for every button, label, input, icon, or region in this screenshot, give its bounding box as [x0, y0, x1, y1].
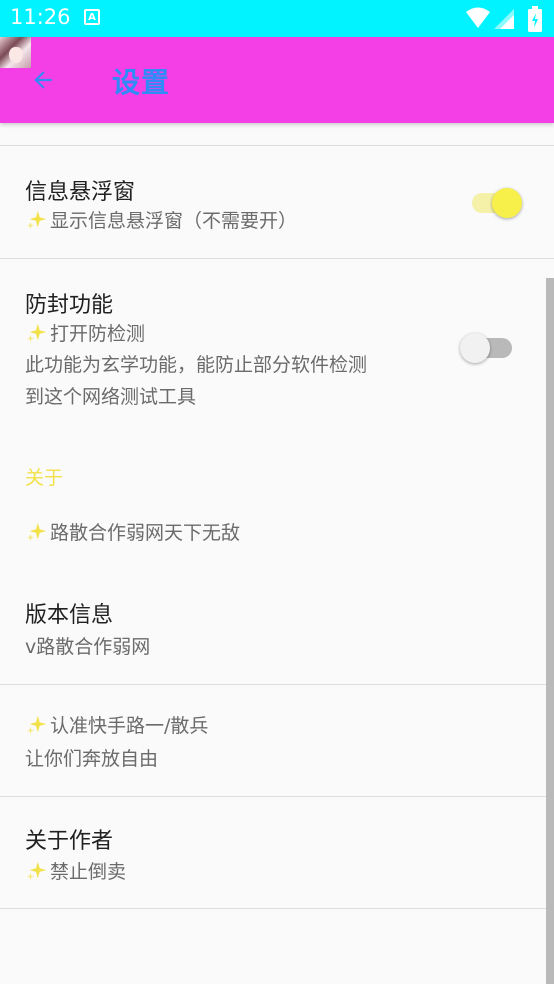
arrow-back-icon [34, 71, 52, 89]
setting-subtitle-text: 显示信息悬浮窗（不需要开） [50, 210, 298, 232]
notice-line2-text: 让你们奔放自由 [25, 748, 159, 770]
tagline-row: 路散合作弱网天下无敌 [25, 518, 240, 545]
version-value: v路散合作弱网 [25, 636, 151, 658]
switch-thumb [460, 333, 490, 363]
status-bar: 11:26 A [0, 0, 554, 37]
switch-thumb [492, 188, 522, 218]
notice-line1-text: 认准快手路一/散兵 [50, 715, 209, 737]
version-info-item[interactable]: 版本信息 v路散合作弱网 [0, 575, 554, 685]
status-time: 11:26 [10, 5, 71, 29]
about-author-item[interactable]: 关于作者 禁止倒卖 [0, 797, 554, 909]
sparkles-icon [26, 210, 47, 229]
sparkles-icon [26, 323, 47, 342]
author-subtitle-text: 禁止倒卖 [50, 861, 127, 883]
anti-block-switch[interactable] [458, 331, 518, 365]
setting-subtitle-text: 打开防检测 [50, 323, 146, 345]
divider [0, 908, 554, 909]
setting-description: 此功能为玄学功能，能防止部分软件检测 到这个网络测试工具 [25, 349, 425, 413]
setting-title: 防封功能 [25, 293, 114, 318]
notice-line: 认准快手路一/散兵 [25, 711, 208, 738]
description-line: 到这个网络测试工具 [25, 386, 197, 408]
author-subtitle: 禁止倒卖 [25, 857, 126, 884]
battery-icon [528, 6, 542, 32]
setting-anti-block[interactable]: 防封功能 打开防检测 此功能为玄学功能，能防止部分软件检测 到这个网络测试工具 [0, 259, 554, 429]
about-tagline[interactable]: 路散合作弱网天下无敌 [0, 500, 554, 570]
avatar-face [9, 47, 23, 63]
sparkles-icon [26, 861, 47, 880]
sparkles-icon [26, 715, 47, 734]
scrollbar[interactable] [546, 278, 554, 984]
setting-subtitle: 显示信息悬浮窗（不需要开） [25, 206, 297, 233]
page-title: 设置 [112, 66, 171, 99]
description-line: 此功能为玄学功能，能防止部分软件检测 [25, 354, 368, 376]
notice-item[interactable]: 认准快手路一/散兵 让你们奔放自由 [0, 685, 554, 795]
author-title: 关于作者 [25, 829, 114, 854]
setting-floating-window[interactable]: 信息悬浮窗 显示信息悬浮窗（不需要开） [0, 146, 554, 259]
notification-icon: A [84, 9, 100, 25]
version-title: 版本信息 [25, 603, 114, 628]
signal-icon [494, 9, 514, 29]
back-button[interactable] [22, 59, 64, 101]
tagline-text: 路散合作弱网天下无敌 [50, 522, 241, 544]
setting-title: 信息悬浮窗 [25, 180, 136, 205]
setting-subtitle: 打开防检测 [25, 319, 145, 346]
sparkles-icon [26, 522, 47, 541]
section-header-about: 关于 [25, 467, 64, 489]
floating-window-switch[interactable] [470, 186, 530, 220]
app-bar: 设置 [0, 37, 554, 123]
wifi-icon [466, 7, 490, 28]
